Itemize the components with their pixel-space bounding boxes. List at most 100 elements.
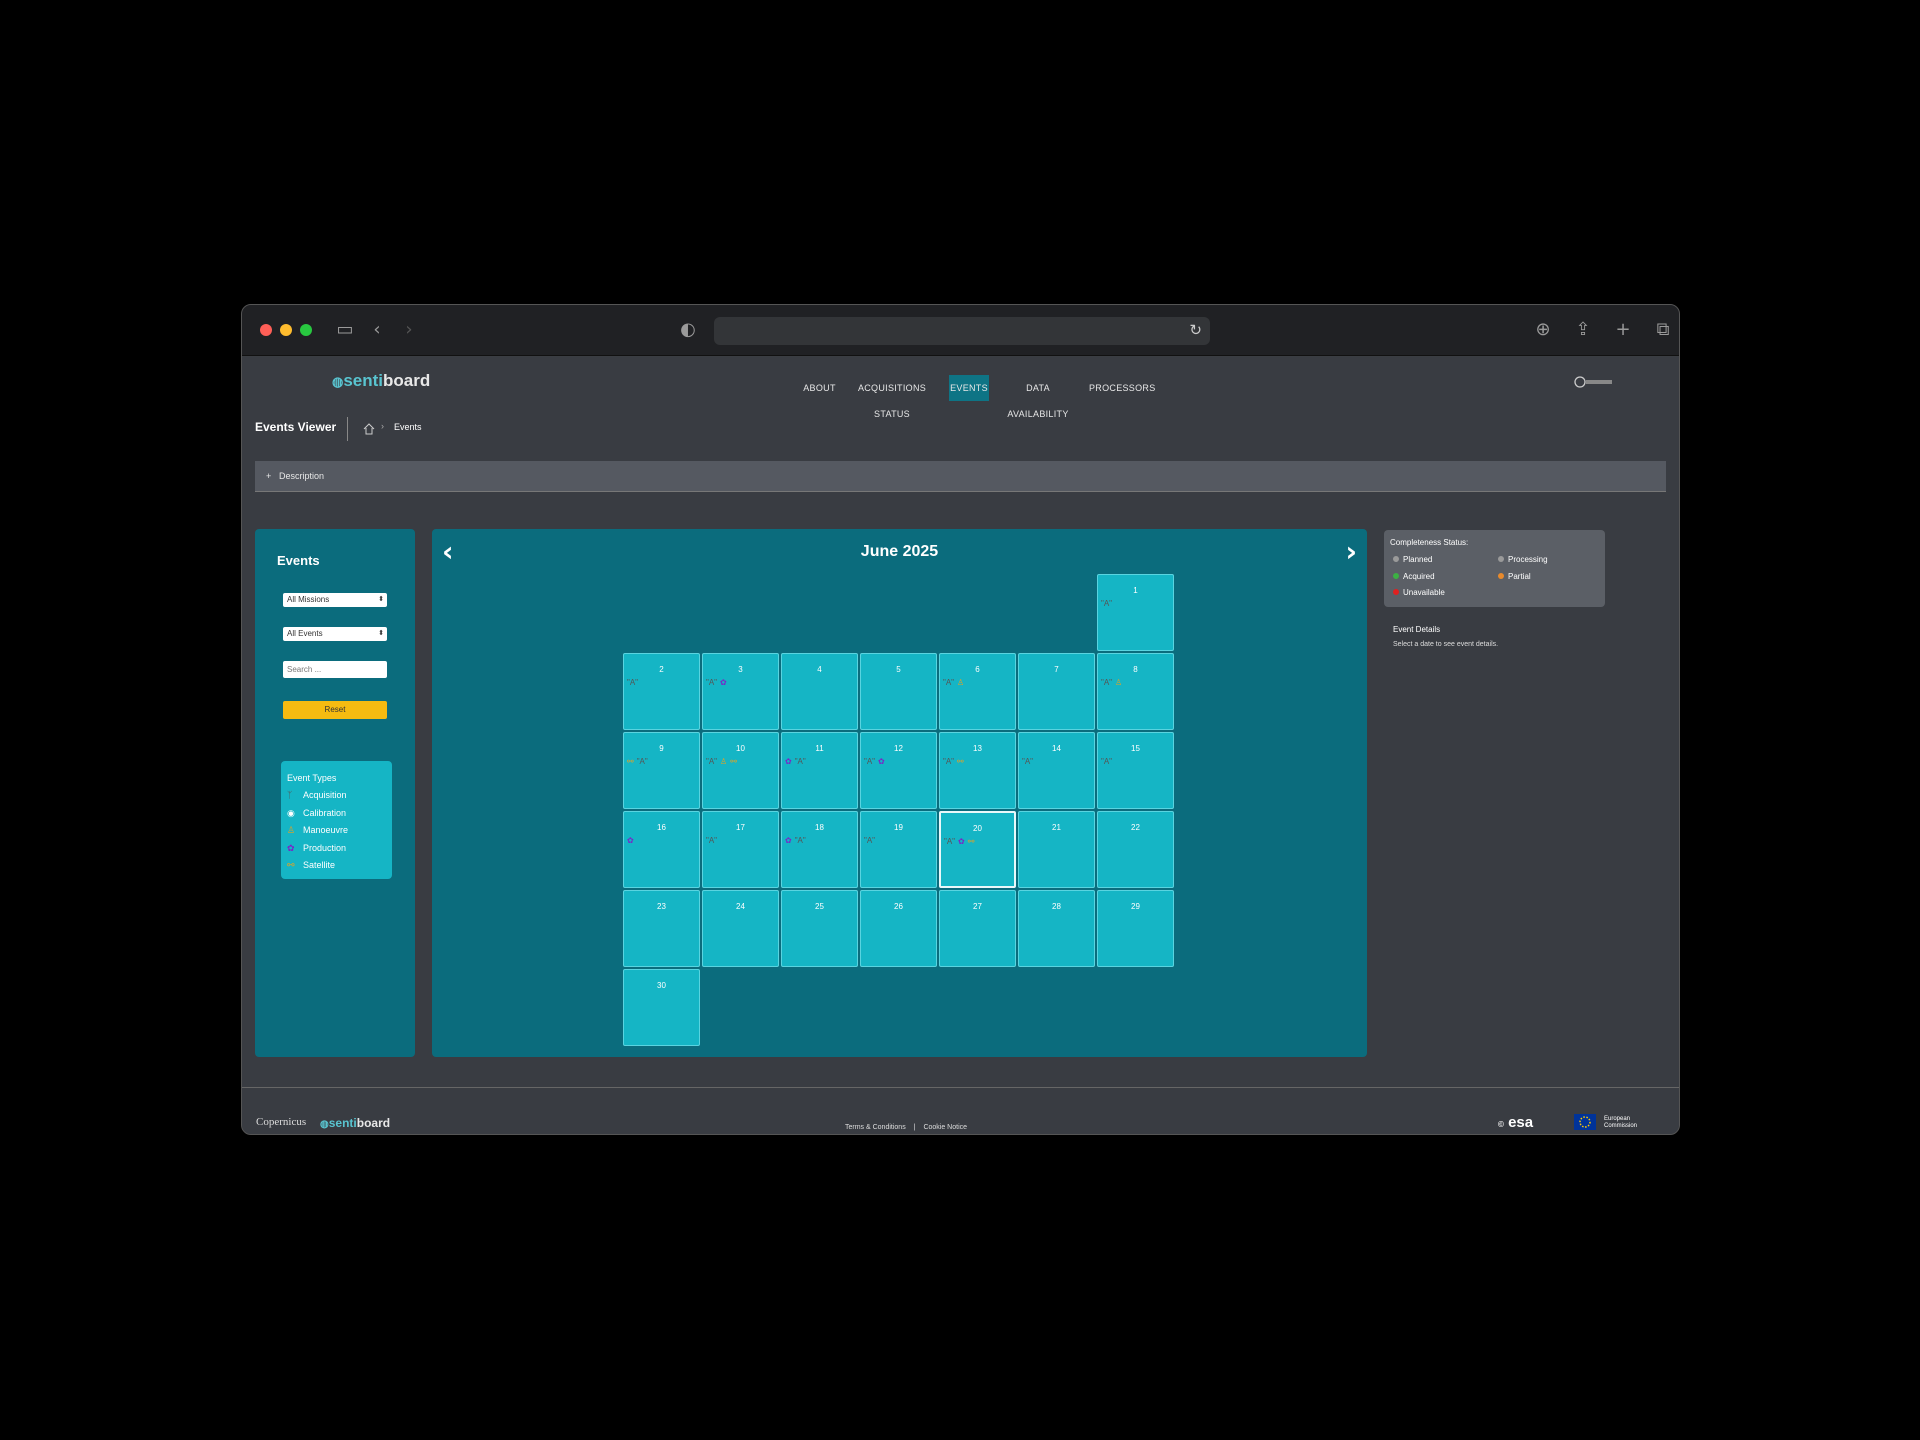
browser-titlebar: ▭ ‹ › ◐ ↻ ⊕ ⇪ + ⧉ [242,305,1679,356]
minimize-window-button[interactable] [280,324,292,336]
day-number: 4 [817,665,822,674]
esa-logo[interactable]: © esa [1498,1114,1533,1131]
page-title: Events Viewer [255,420,337,434]
calendar-day-11[interactable]: 11 ✿ "A" [781,732,858,809]
day-number: 20 [973,824,982,833]
calendar-day-23[interactable]: 23 [623,890,700,967]
maximize-window-button[interactable] [300,324,312,336]
day-number: 29 [1131,902,1140,911]
calendar-day-8[interactable]: 8 "A" ♙ [1097,653,1174,730]
calendar-day-27[interactable]: 27 [939,890,1016,967]
mission-select[interactable]: All Missions ⬍ [283,593,387,607]
calendar-day-20[interactable]: 20 "A" ✿ ⚯ [939,811,1016,888]
search-input[interactable]: Search ... [283,661,387,678]
calendar-day-12[interactable]: 12 "A" ✿ [860,732,937,809]
day-number: 5 [896,665,901,674]
tab-overview-icon[interactable]: ⧉ [1652,319,1674,341]
mission-select-value: All Missions [287,595,330,604]
calendar-day-16[interactable]: 16 ✿ [623,811,700,888]
event-types-legend: Event Types ᛉ Acquisition ◉ Calibration ♙ M… [281,761,392,879]
day-event-icons: "A" ✿ [864,757,888,766]
calendar-day-15[interactable]: 15 "A" [1097,732,1174,809]
calendar-day-29[interactable]: 29 [1097,890,1174,967]
calendar-day-1[interactable]: 1 "A" [1097,574,1174,651]
forward-arrow-icon[interactable]: › [398,319,420,341]
day-event-icons: "A" ⚯ [943,757,967,766]
calendar-day-6[interactable]: 6 "A" ♙ [939,653,1016,730]
day-number: 1 [1133,586,1138,595]
next-month-icon[interactable]: › [1345,535,1357,568]
nav-about[interactable]: ABOUT [802,375,837,401]
logo-part1: senti [343,371,384,390]
calendar-day-28[interactable]: 28 [1018,890,1095,967]
calendar-day-26[interactable]: 26 [860,890,937,967]
day-number: 23 [657,902,666,911]
acquisition-icon: "A" [943,678,955,687]
calendar-day-14[interactable]: 14 "A" [1018,732,1095,809]
nav-processors[interactable]: PROCESSORS [1089,375,1155,401]
day-number: 11 [815,744,824,753]
sidebar-toggle-icon[interactable]: ▭ [334,319,356,341]
calendar-day-17[interactable]: 17 "A" [702,811,779,888]
privacy-shield-icon[interactable]: ◐ [677,319,699,341]
calendar-day-9[interactable]: 9 ⚯ "A" [623,732,700,809]
footer-sentiboard-logo[interactable]: ◍sentiboard [320,1116,390,1130]
calendar-day-24[interactable]: 24 [702,890,779,967]
description-toggle[interactable]: + Description [255,461,1666,492]
day-event-icons: ✿ "A" [785,757,809,766]
sentiboard-logo[interactable]: ◍sentiboard [332,371,430,391]
calendar-month-title: June 2025 [860,543,939,560]
browser-window: ▭ ‹ › ◐ ↻ ⊕ ⇪ + ⧉ ◍sentiboard ABOUT ACQU… [241,304,1680,1135]
day-number: 10 [736,744,745,753]
close-window-button[interactable] [260,324,272,336]
esa-logo-text: esa [1508,1114,1534,1131]
calendar-panel: ‹ June 2025 › 1 "A" 2 "A" 3 "A" ✿ 4 5 6 "A" ♙ 7 8 "A" ♙… [432,529,1367,1057]
calendar-day-4[interactable]: 4 [781,653,858,730]
select-arrows-icon: ⬍ [378,596,384,603]
nav-data-availability[interactable]: DATA AVAILABILITY [997,375,1079,419]
calendar-day-19[interactable]: 19 "A" [860,811,937,888]
european-commission-logo[interactable]: European Commission [1572,1110,1662,1134]
day-event-icons: "A" [1101,757,1115,766]
download-icon[interactable]: ⊕ [1532,319,1554,341]
back-arrow-icon[interactable]: ‹ [366,319,388,341]
event-select[interactable]: All Events ⬍ [283,627,387,641]
globe-icon: ◍ [332,374,344,389]
logo-part1: senti [328,1116,357,1130]
acquisition-icon: "A" [864,836,876,845]
home-icon[interactable] [363,422,375,435]
share-icon[interactable]: ⇪ [1572,319,1594,341]
calendar-day-30[interactable]: 30 [623,969,700,1046]
calendar-day-18[interactable]: 18 ✿ "A" [781,811,858,888]
day-event-icons: "A" [1022,757,1036,766]
header-divider [347,417,348,441]
calendar-day-25[interactable]: 25 [781,890,858,967]
breadcrumb-current: Events [394,422,422,432]
calendar-day-3[interactable]: 3 "A" ✿ [702,653,779,730]
satellite-icon: ⚯ [730,757,737,766]
calendar-day-22[interactable]: 22 [1097,811,1174,888]
calendar-day-5[interactable]: 5 [860,653,937,730]
cookie-notice-link[interactable]: Cookie Notice [923,1124,967,1131]
terms-link[interactable]: Terms & Conditions [845,1124,906,1131]
satellite-icon: ⚯ [957,757,964,766]
nav-acquisitions-status[interactable]: ACQUISITIONS STATUS [846,375,938,419]
calendar-day-21[interactable]: 21 [1018,811,1095,888]
calendar-day-13[interactable]: 13 "A" ⚯ [939,732,1016,809]
nav-events[interactable]: EVENTS [949,375,989,401]
new-tab-icon[interactable]: + [1612,319,1634,341]
status-dot [1498,573,1504,579]
calendar-day-7[interactable]: 7 [1018,653,1095,730]
production-icon: ✿ [958,837,965,846]
day-number: 12 [894,744,903,753]
day-event-icons: ⚯ "A" [627,757,651,766]
day-event-icons: ✿ [627,836,637,845]
calendar-day-10[interactable]: 10 "A" ♙ ⚯ [702,732,779,809]
reload-icon[interactable]: ↻ [1189,321,1202,339]
day-number: 6 [975,665,980,674]
reset-button[interactable]: Reset [283,701,387,719]
calendar-day-2[interactable]: 2 "A" [623,653,700,730]
address-bar[interactable]: ↻ [714,317,1210,345]
status-dot [1393,573,1399,579]
copernicus-logo[interactable]: Copernicus [256,1116,306,1128]
